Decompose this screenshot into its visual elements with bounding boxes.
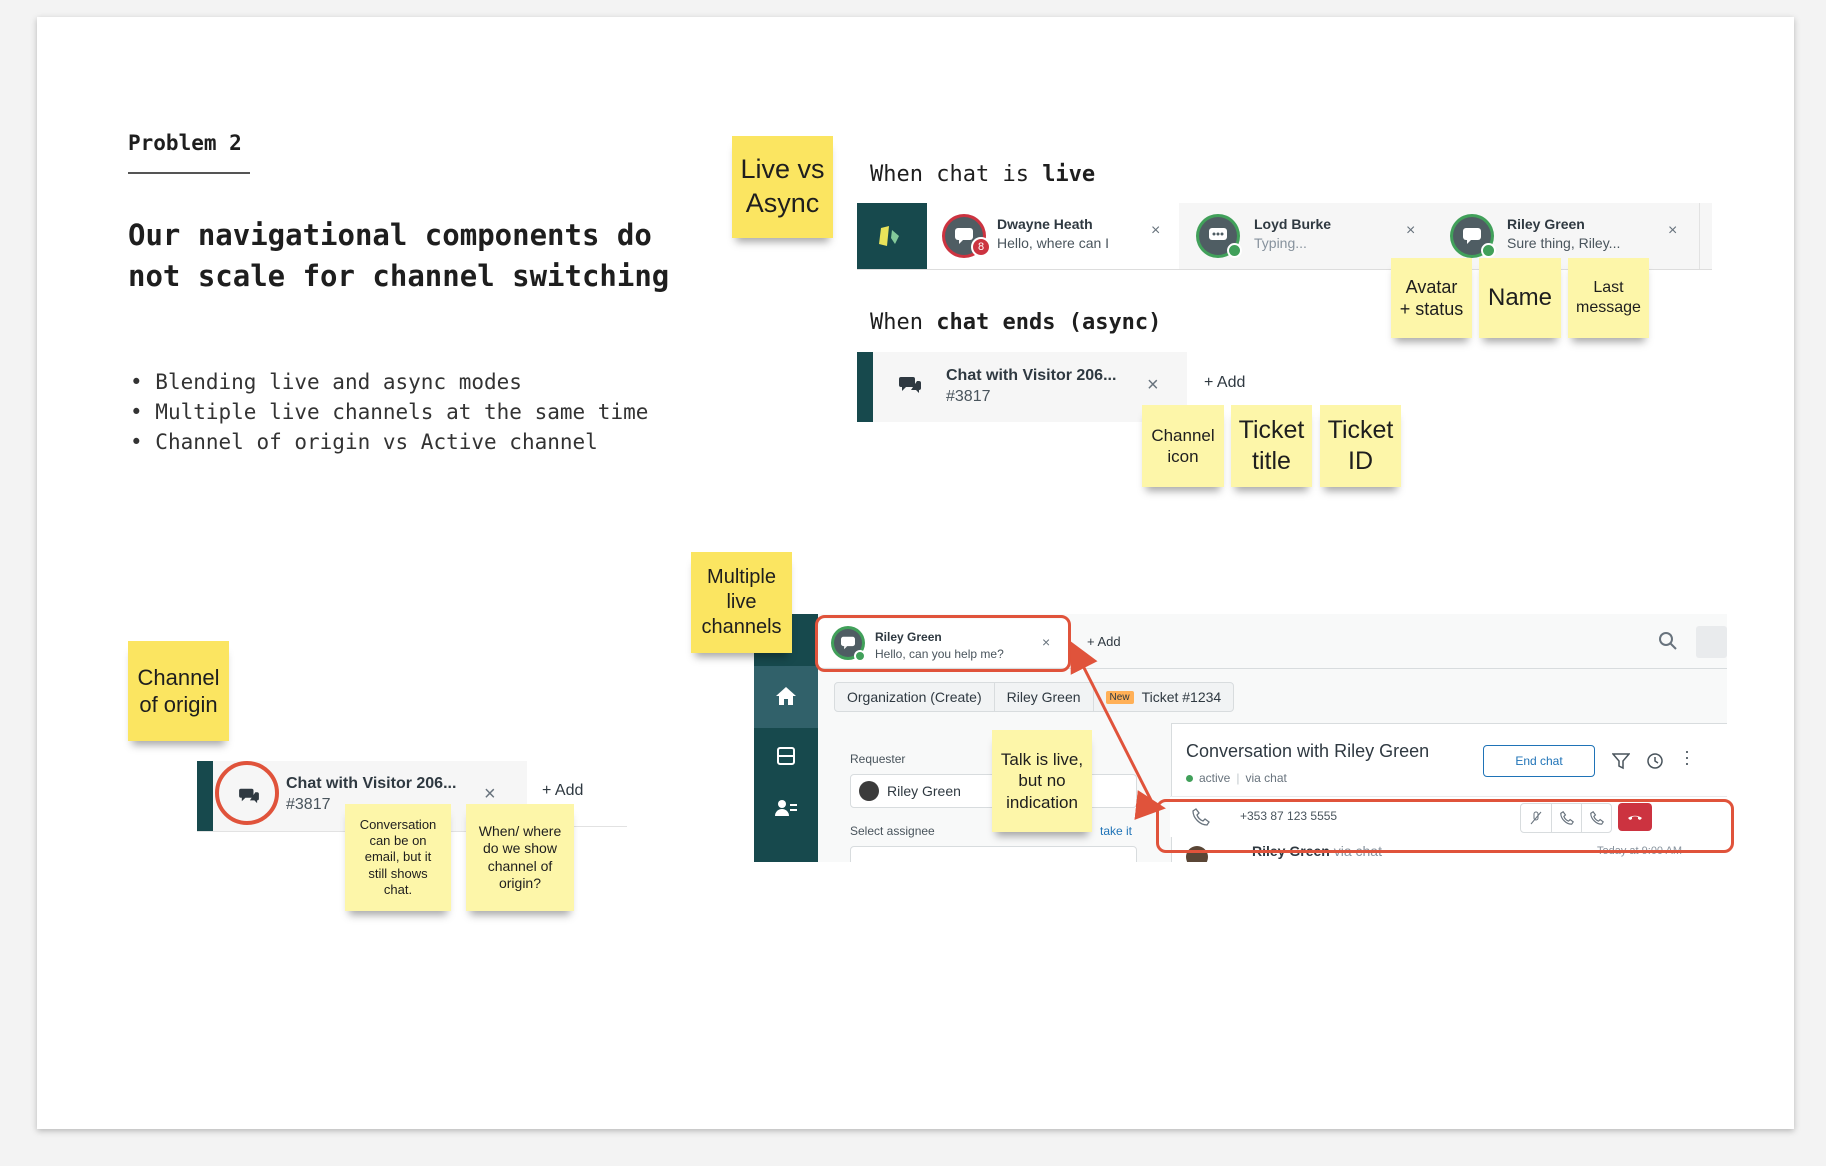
sticky-multiple-live: Multiple live channels bbox=[691, 552, 792, 653]
sticky-ticket-title: Ticket title bbox=[1231, 405, 1312, 487]
sticky-live-vs-async: Live vs Async bbox=[732, 136, 833, 238]
add-tab-button[interactable]: + Add bbox=[1204, 374, 1245, 392]
sticky-ticket-id: Ticket ID bbox=[1320, 405, 1401, 487]
live-tab-callout bbox=[815, 615, 1071, 672]
search-icon[interactable] bbox=[1658, 631, 1678, 651]
ticket-title: Chat with Visitor 206... bbox=[946, 367, 1117, 384]
end-chat-button[interactable]: End chat bbox=[1483, 745, 1595, 777]
close-icon[interactable]: × bbox=[1151, 222, 1160, 240]
problem-kicker: Problem 2 bbox=[128, 131, 242, 155]
typing-bubble-icon bbox=[1209, 228, 1227, 240]
filter-icon[interactable] bbox=[1612, 752, 1630, 770]
sticky-channel-icon: Channel icon bbox=[1142, 405, 1224, 487]
product-logo[interactable] bbox=[857, 203, 927, 269]
live-tab-dwayne[interactable]: 8 Dwayne Heath Hello, where can I × bbox=[927, 203, 1180, 269]
bullet-item: Blending live and async modes bbox=[130, 367, 648, 397]
sticky-talk-live: Talk is live, but no indication bbox=[992, 730, 1092, 832]
chat-bubble-icon bbox=[1463, 228, 1481, 244]
assignee-field[interactable] bbox=[850, 846, 1137, 862]
views-icon[interactable] bbox=[776, 746, 796, 766]
tab-preview: Sure thing, Riley... bbox=[1507, 235, 1621, 251]
kicker-underline bbox=[128, 172, 250, 174]
requester-label: Requester bbox=[850, 752, 906, 766]
conversation-status: active | via chat bbox=[1186, 771, 1287, 785]
online-status-dot bbox=[1481, 243, 1496, 258]
unread-badge: 8 bbox=[971, 237, 991, 257]
live-section-label: When chat is live bbox=[870, 162, 1096, 187]
sticky-avatar-status: Avatar + status bbox=[1391, 258, 1472, 338]
sticky-when-where: When/ where do we show channel of origin… bbox=[466, 804, 574, 911]
add-tab-button[interactable]: + Add bbox=[542, 782, 583, 800]
sticky-name: Name bbox=[1479, 258, 1561, 338]
customers-icon[interactable] bbox=[774, 798, 798, 818]
active-status-dot bbox=[1186, 774, 1193, 782]
channel-icon-callout bbox=[215, 761, 279, 825]
active-tab-indicator bbox=[857, 352, 873, 422]
tab-preview: Typing... bbox=[1254, 235, 1307, 251]
requester-value: Riley Green bbox=[887, 783, 961, 799]
close-icon[interactable]: × bbox=[484, 783, 496, 806]
avatar bbox=[859, 781, 879, 801]
bullet-item: Channel of origin vs Active channel bbox=[130, 427, 648, 457]
close-icon[interactable]: × bbox=[1147, 374, 1159, 397]
phone-bar-callout bbox=[1156, 799, 1734, 853]
more-options-icon[interactable]: · · · bbox=[1684, 742, 1690, 772]
home-icon bbox=[776, 687, 796, 705]
sticky-last-message: Last message bbox=[1568, 258, 1649, 338]
tab-preview: Hello, where can I bbox=[997, 235, 1110, 251]
tab-name: Riley Green bbox=[1507, 216, 1585, 232]
ticket-title: Chat with Visitor 206... bbox=[286, 775, 457, 792]
async-section-label: When chat ends (async) bbox=[870, 310, 1162, 335]
ticket-id: #3817 bbox=[286, 796, 331, 813]
problem-headline: Our navigational components do not scale… bbox=[128, 218, 670, 293]
close-icon[interactable]: × bbox=[1406, 222, 1415, 240]
breadcrumb-organization[interactable]: Organization (Create) bbox=[835, 683, 995, 711]
user-menu-button[interactable] bbox=[1696, 626, 1727, 658]
ticket-id: #3817 bbox=[946, 388, 991, 405]
nav-home[interactable] bbox=[754, 666, 818, 728]
problem-bullets: Blending live and async modes Multiple l… bbox=[130, 367, 648, 457]
sticky-conversation-note: Conversation can be on email, but it sti… bbox=[345, 804, 451, 911]
conversation-title: Conversation with Riley Green bbox=[1186, 741, 1430, 761]
tab-name: Dwayne Heath bbox=[997, 216, 1093, 232]
chat-channel-icon bbox=[899, 377, 921, 393]
online-status-dot bbox=[1227, 243, 1242, 258]
tab-name: Loyd Burke bbox=[1254, 216, 1332, 232]
async-tab[interactable]: Chat with Visitor 206... #3817 × bbox=[857, 352, 1187, 422]
assignee-label: Select assignee bbox=[850, 824, 935, 838]
active-tab-indicator bbox=[197, 761, 213, 831]
bullet-item: Multiple live channels at the same time bbox=[130, 397, 648, 427]
sticky-channel-of-origin: Channel of origin bbox=[128, 641, 229, 741]
history-icon[interactable] bbox=[1646, 752, 1664, 770]
close-icon[interactable]: × bbox=[1668, 222, 1677, 240]
zendesk-logo-icon bbox=[879, 226, 899, 246]
